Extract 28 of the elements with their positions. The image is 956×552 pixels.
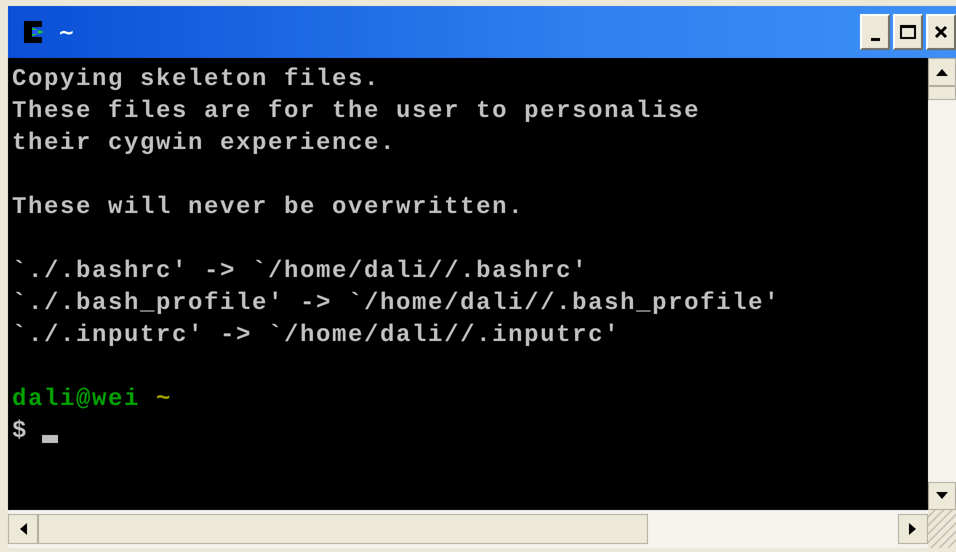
up-arrow-icon xyxy=(936,68,948,76)
scrollbar-thumb[interactable] xyxy=(928,86,956,100)
scroll-left-button[interactable] xyxy=(8,514,38,544)
shell-prompt: $ xyxy=(12,418,28,445)
down-arrow-icon xyxy=(936,492,948,500)
terminal-text: ~ xyxy=(156,386,172,413)
terminal-text: `./.bashrc' -> `/home/dali//.bashrc' xyxy=(12,258,588,285)
terminal-text: their cygwin experience. xyxy=(12,130,396,157)
terminal-text: Copying skeleton files. xyxy=(12,66,380,93)
scroll-down-button[interactable] xyxy=(928,482,956,510)
scrollbar-thumb[interactable] xyxy=(38,514,648,544)
terminal-text: These files are for the user to personalise xyxy=(12,98,700,125)
minimize-button[interactable] xyxy=(860,14,890,50)
maximize-button[interactable] xyxy=(893,14,923,50)
right-arrow-icon xyxy=(909,523,917,535)
scroll-up-button[interactable] xyxy=(928,58,956,86)
scroll-right-button[interactable] xyxy=(898,514,928,544)
vertical-scrollbar[interactable] xyxy=(928,58,956,510)
horizontal-scrollbar[interactable] xyxy=(8,510,928,548)
terminal-text: `./.bash_profile' -> `/home/dali//.bash_profile' xyxy=(12,290,780,317)
terminal-text: `./.inputrc' -> `/home/dali//.inputrc' xyxy=(12,322,620,349)
close-button[interactable] xyxy=(926,14,956,50)
window-title: ~ xyxy=(58,20,75,44)
close-icon xyxy=(934,25,948,39)
terminal-text: dali@wei xyxy=(12,386,140,413)
terminal-text: These will never be overwritten. xyxy=(12,194,524,221)
left-arrow-icon xyxy=(19,523,27,535)
resize-grip[interactable] xyxy=(928,510,956,548)
